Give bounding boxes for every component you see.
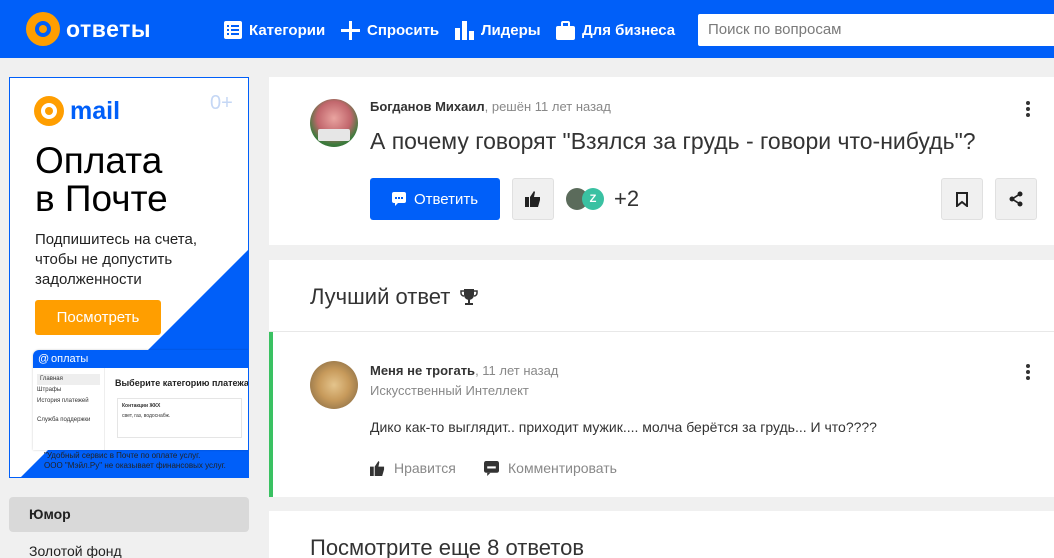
nav-categories-label: Категории: [249, 21, 326, 39]
comment-icon: [484, 460, 499, 476]
ad-title-line1: Оплата: [35, 140, 163, 181]
sidebar-item-humor[interactable]: Юмор: [9, 497, 249, 532]
mail-logo: mail: [34, 96, 120, 126]
ad-shot-card-title: Контакции ЖКХ: [122, 403, 161, 409]
ad-subtitle: Подпишитесь на счета, чтобы не допустить…: [35, 231, 197, 288]
answer-author-avatar[interactable]: [310, 361, 358, 409]
ad-title-line2: в Почте: [35, 178, 168, 219]
more-answers-heading: Посмотрите еще 8 ответов: [310, 535, 585, 558]
comment-label: Комментировать: [508, 460, 617, 476]
ad-shot-menu: Главная Штрафы История платежей Служба п…: [33, 368, 105, 450]
ad-shot-card-sub: свет, газ, водоснабж.: [122, 413, 171, 419]
question-title: А почему говорят "Взялся за грудь - гово…: [370, 128, 976, 154]
ad-shot-header: оплаты: [33, 350, 248, 368]
thumbs-up-icon: [370, 460, 385, 476]
sidebar-item-golden-fund[interactable]: Золотой фонд: [9, 534, 249, 558]
search-input[interactable]: [698, 14, 1054, 46]
mail-at-icon: [34, 96, 64, 126]
like-answer-label: Нравится: [394, 460, 456, 476]
mail-brand-text: mail: [70, 96, 121, 125]
ad-shot-menu-item: История платежей: [37, 398, 89, 404]
top-header: ответы Категории Спросить Лидеры Для биз…: [0, 0, 1054, 58]
briefcase-icon: [556, 20, 575, 40]
ad-disclaimer-line2: ООО "Мэйл.Ру" не оказывает финансовых ус…: [44, 461, 226, 470]
more-answers-card[interactable]: Посмотрите еще 8 ответов: [269, 511, 1054, 558]
question-author-name[interactable]: Богданов Михаил: [370, 99, 485, 114]
age-rating: 0+: [210, 92, 233, 114]
list-icon: [224, 21, 242, 39]
nav-ask-label: Спросить: [367, 21, 440, 39]
follower-avatar[interactable]: Z: [582, 188, 604, 210]
best-answer-heading: Лучший ответ: [310, 284, 479, 310]
question-meta: Богданов Михаил, решён 11 лет назад: [370, 99, 611, 114]
answer-more-icon[interactable]: [1026, 364, 1030, 380]
otvety-logo[interactable]: ответы: [26, 12, 151, 46]
ad-shot-card: Контакции ЖКХ свет, газ, водоснабж.: [117, 398, 242, 438]
nav-categories[interactable]: Категории: [224, 18, 325, 42]
answer-meta: Меня не трогать, 11 лет назад: [370, 363, 558, 378]
best-answer-heading-text: Лучший ответ: [310, 284, 451, 309]
nav-business[interactable]: Для бизнеса: [556, 18, 675, 42]
ad-title: Оплата в Почте: [35, 142, 168, 218]
answer-author-name[interactable]: Меня не трогать: [370, 363, 475, 378]
answer-time: , 11 лет назад: [475, 363, 559, 378]
thumbs-up-icon: [525, 191, 540, 207]
answer-button-label: Ответить: [413, 190, 479, 208]
question-status: , решён 11 лет назад: [484, 99, 611, 114]
ad-shot-heading: Выберите категорию платежа: [115, 378, 249, 388]
like-question-button[interactable]: [512, 178, 554, 220]
bookmark-icon: [956, 191, 968, 207]
nav-leaders-label: Лидеры: [481, 21, 541, 39]
comment-button[interactable]: Комментировать: [484, 460, 617, 476]
ad-screenshot: оплаты Главная Штрафы История платежей С…: [33, 350, 249, 450]
share-icon: [1009, 191, 1023, 207]
question-card: Богданов Михаил, решён 11 лет назад А по…: [269, 77, 1054, 245]
like-answer-button[interactable]: Нравится: [370, 460, 456, 476]
ad-disclaimer: "Удобный сервис в Почте по оплате услуг.…: [44, 451, 226, 471]
logo-text: ответы: [66, 15, 151, 42]
question-more-icon[interactable]: [1026, 101, 1030, 117]
share-button[interactable]: [995, 178, 1037, 220]
best-answer-card: Лучший ответ Меня не трогать, 11 лет наз…: [269, 260, 1054, 497]
ad-banner[interactable]: mail 0+ Оплата в Почте Подпишитесь на сч…: [9, 77, 249, 478]
ad-shot-menu-item: Главная: [37, 374, 100, 385]
plus-icon: [341, 20, 360, 40]
followers-count[interactable]: +2: [614, 186, 639, 212]
nav-ask[interactable]: Спросить: [341, 18, 439, 42]
best-answer-marker: [269, 332, 273, 497]
divider: [269, 331, 1054, 332]
at-logo-icon: [26, 12, 60, 46]
bookmark-button[interactable]: [941, 178, 983, 220]
trophy-icon: [460, 289, 479, 305]
answer-text: Дико как-то выглядит.. приходит мужик...…: [370, 419, 877, 435]
ad-view-button[interactable]: Посмотреть: [35, 300, 161, 335]
comment-icon: [391, 192, 406, 206]
question-author-avatar[interactable]: [310, 99, 358, 147]
answer-author-rank: Искусственный Интеллект: [370, 383, 529, 398]
ad-shot-menu-item: Служба поддержки: [37, 417, 91, 423]
answer-button[interactable]: Ответить: [370, 178, 500, 220]
nav-leaders[interactable]: Лидеры: [455, 18, 541, 42]
nav-business-label: Для бизнеса: [582, 21, 676, 39]
ad-shot-menu-item: Штрафы: [37, 387, 62, 393]
ad-disclaimer-line1: "Удобный сервис в Почте по оплате услуг.: [44, 451, 201, 460]
bars-icon: [455, 20, 474, 40]
